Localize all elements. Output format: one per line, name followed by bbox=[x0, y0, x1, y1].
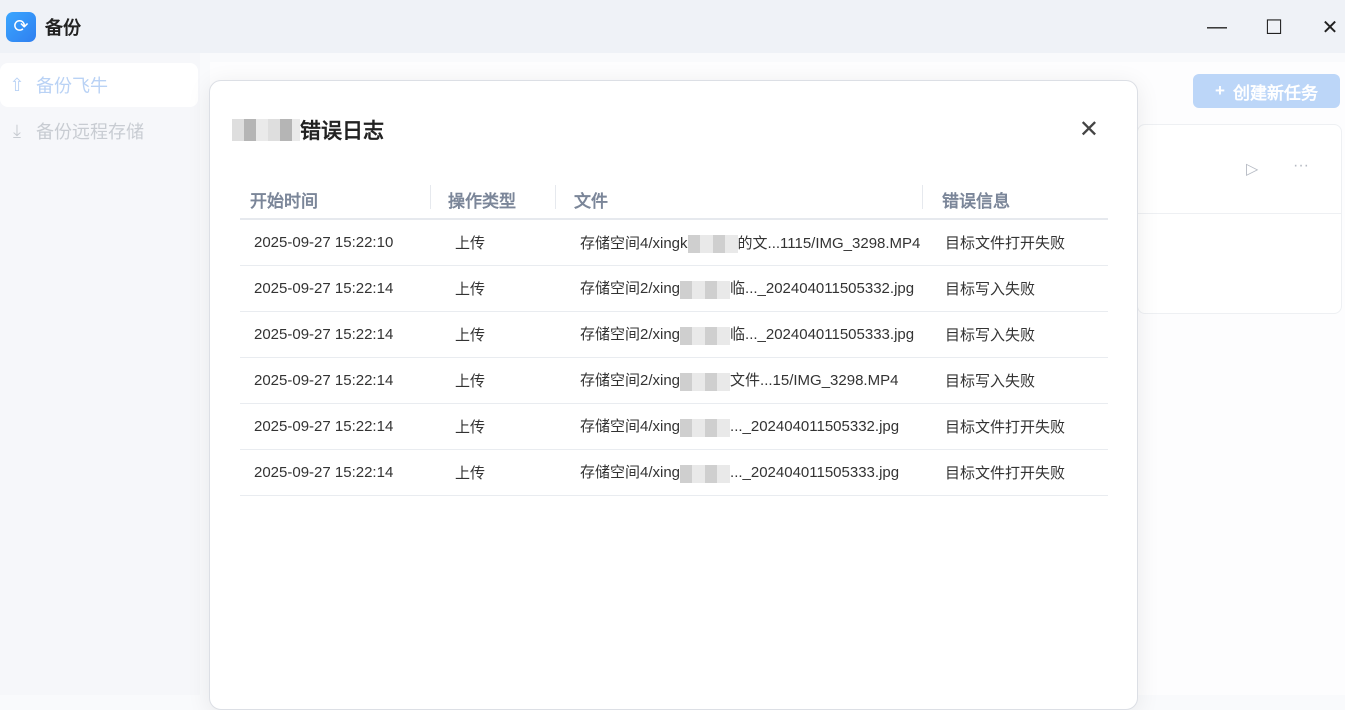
error-message: 目标文件打开失败 bbox=[922, 449, 1108, 496]
start-time: 2025-09-27 15:22:14 bbox=[240, 357, 430, 404]
error-message: 目标写入失败 bbox=[922, 311, 1108, 358]
column-header-error: 错误信息 bbox=[922, 181, 1108, 220]
dialog-title: 错误日志 bbox=[300, 120, 384, 143]
redacted-path bbox=[680, 372, 731, 391]
task-card: ▷ ··· bbox=[1137, 124, 1342, 314]
table-row[interactable]: 2025-09-27 15:22:14 上传 存储空间2/xing 临..._20… bbox=[240, 311, 1108, 358]
more-icon[interactable]: ··· bbox=[1293, 157, 1309, 175]
operation-type: 上传 bbox=[430, 311, 555, 358]
play-icon[interactable]: ▷ bbox=[1246, 159, 1258, 179]
download-icon: ⤓ bbox=[13, 120, 21, 141]
column-header-file: 文件 bbox=[555, 181, 922, 220]
file-path-suffix: ..._202404011505332.jpg bbox=[730, 418, 900, 436]
redacted-path bbox=[680, 464, 731, 483]
create-task-button[interactable]: + 创建新任务 bbox=[1193, 74, 1340, 108]
table-row[interactable]: 2025-09-27 15:22:14 上传 存储空间4/xing ..._202… bbox=[240, 403, 1108, 450]
error-message: 目标写入失败 bbox=[922, 357, 1108, 404]
file-path-prefix: 存储空间2/xing bbox=[580, 326, 681, 344]
file-path-suffix: 临..._202404011505333.jpg bbox=[730, 326, 915, 344]
redacted-path bbox=[680, 418, 731, 437]
redacted-path bbox=[680, 326, 731, 345]
table-row[interactable]: 2025-09-27 15:22:10 上传 存储空间4/xingk 的文...1… bbox=[240, 219, 1108, 266]
error-message: 目标文件打开失败 bbox=[922, 403, 1108, 450]
file-path-prefix: 存储空间4/xing bbox=[580, 418, 681, 436]
start-time: 2025-09-27 15:22:14 bbox=[240, 403, 430, 450]
maximize-button[interactable]: ☐ bbox=[1259, 12, 1289, 42]
table-row[interactable]: 2025-09-27 15:22:14 上传 存储空间4/xing ..._202… bbox=[240, 449, 1108, 496]
table-row[interactable]: 2025-09-27 15:22:14 上传 存储空间2/xing 文件...15… bbox=[240, 357, 1108, 404]
start-time: 2025-09-27 15:22:10 bbox=[240, 219, 430, 266]
redacted-path bbox=[680, 280, 731, 299]
cloud-upload-icon: ⇧ bbox=[9, 74, 25, 95]
file-path-suffix: 临..._202404011505332.jpg bbox=[730, 280, 915, 298]
operation-type: 上传 bbox=[430, 403, 555, 450]
file-path-suffix: 文件...15/IMG_3298.MP4 bbox=[730, 372, 899, 390]
error-log-table: 开始时间 操作类型 文件 错误信息 2025-09-27 15:22:10 上传… bbox=[240, 181, 1108, 496]
error-message: 目标文件打开失败 bbox=[922, 219, 1108, 266]
operation-type: 上传 bbox=[430, 219, 555, 266]
file-path-suffix: ..._202404011505333.jpg bbox=[730, 464, 900, 482]
plus-icon: + bbox=[1215, 81, 1225, 100]
start-time: 2025-09-27 15:22:14 bbox=[240, 449, 430, 496]
minimize-button[interactable]: — bbox=[1202, 12, 1232, 42]
redacted-path bbox=[687, 234, 738, 253]
close-window-button[interactable]: ✕ bbox=[1315, 12, 1345, 42]
create-task-label: 创建新任务 bbox=[1232, 83, 1318, 103]
title-bar: ⟳ 备份 — ☐ ✕ bbox=[0, 0, 1345, 53]
column-header-start-time: 开始时间 bbox=[240, 181, 430, 220]
close-icon[interactable]: ✕ bbox=[1079, 115, 1099, 144]
file-path-prefix: 存储空间4/xing bbox=[580, 464, 681, 482]
error-message: 目标写入失败 bbox=[922, 265, 1108, 312]
sidebar: ⇧ 备份飞牛 ⤓ 备份远程存储 bbox=[0, 53, 200, 695]
start-time: 2025-09-27 15:22:14 bbox=[240, 265, 430, 312]
column-header-operation: 操作类型 bbox=[430, 181, 555, 220]
app-title: 备份 bbox=[45, 17, 81, 38]
file-path-suffix: 的文...1115/IMG_3298.MP4 bbox=[737, 234, 921, 252]
sidebar-item-backup-remote[interactable]: ⤓ 备份远程存储 bbox=[0, 109, 198, 153]
file-path-prefix: 存储空间2/xing bbox=[580, 372, 681, 390]
table-row[interactable]: 2025-09-27 15:22:14 上传 存储空间2/xing 临..._20… bbox=[240, 265, 1108, 312]
sidebar-item-label: 备份远程存储 bbox=[36, 122, 144, 142]
file-path-prefix: 存储空间4/xingk bbox=[580, 234, 688, 252]
file-path-prefix: 存储空间2/xing bbox=[580, 280, 681, 298]
operation-type: 上传 bbox=[430, 357, 555, 404]
operation-type: 上传 bbox=[430, 449, 555, 496]
sidebar-item-label: 备份飞牛 bbox=[36, 76, 108, 96]
sync-icon: ⟳ bbox=[6, 11, 36, 42]
redacted-task-name bbox=[232, 119, 300, 141]
error-log-dialog: 错误日志 ✕ 开始时间 操作类型 文件 错误信息 2025-09-27 15:2… bbox=[209, 80, 1138, 710]
operation-type: 上传 bbox=[430, 265, 555, 312]
sidebar-item-backup-fnos[interactable]: ⇧ 备份飞牛 bbox=[0, 63, 198, 107]
start-time: 2025-09-27 15:22:14 bbox=[240, 311, 430, 358]
